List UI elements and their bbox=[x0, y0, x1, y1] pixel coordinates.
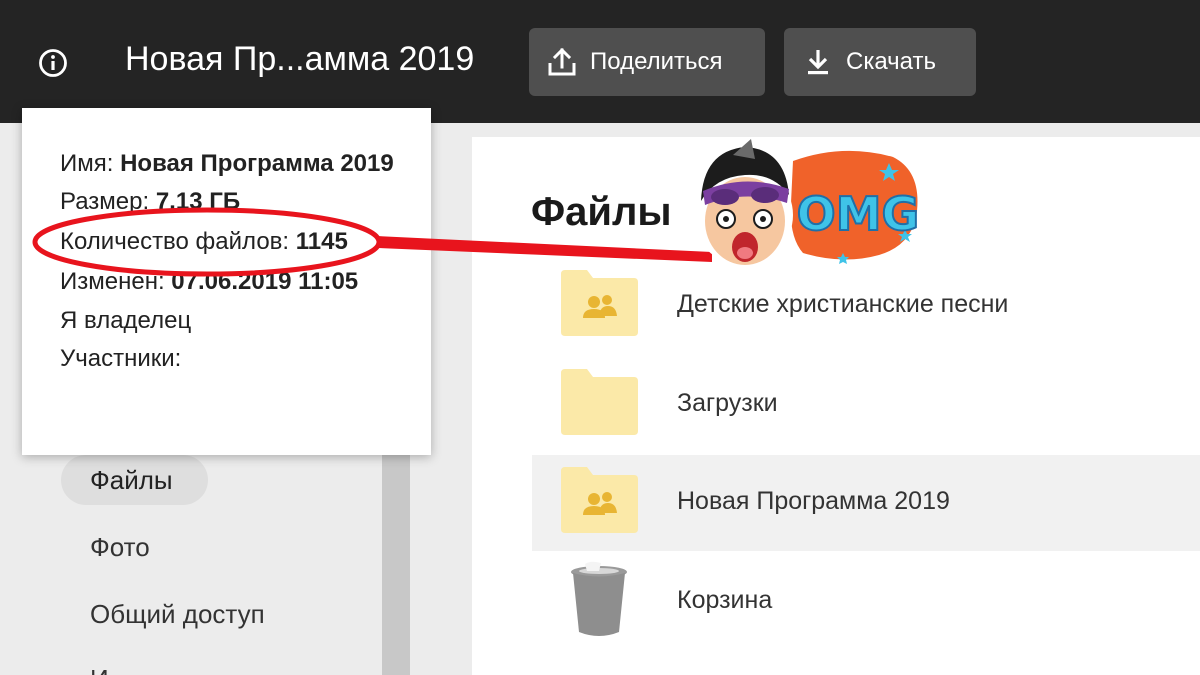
info-count-value: 1145 bbox=[295, 228, 348, 255]
download-button[interactable]: Скачать bbox=[784, 28, 976, 96]
file-name: Новая Программа 2019 bbox=[677, 487, 950, 515]
info-size-label: Размер: bbox=[60, 188, 156, 215]
top-bar: Новая Пр...амма 2019 Поделиться Скачать bbox=[0, 0, 1200, 123]
sidebar-item-photo[interactable]: Фото bbox=[90, 532, 150, 563]
info-modified-label: Изменен: bbox=[60, 268, 172, 295]
info-name-row: Имя: Новая Программа 2019 bbox=[60, 150, 394, 178]
file-row-selected[interactable]: Новая Программа 2019 bbox=[532, 455, 1200, 551]
file-row[interactable]: Загрузки bbox=[532, 357, 1200, 453]
info-count-label: Количество файлов: bbox=[60, 228, 296, 255]
info-members-label: Участники: bbox=[60, 345, 182, 372]
info-size-value: 7,13 ГБ bbox=[155, 188, 241, 215]
sidebar-item-files[interactable]: Файлы bbox=[61, 455, 208, 505]
folder-title: Новая Пр...амма 2019 bbox=[125, 40, 475, 78]
info-name-value: Новая Программа 2019 bbox=[120, 150, 394, 177]
info-modified-row: Изменен: 07.06.2019 11:05 bbox=[60, 268, 358, 296]
shared-folder-icon bbox=[561, 467, 638, 533]
file-name: Корзина bbox=[677, 586, 773, 614]
info-name-label: Имя: bbox=[60, 150, 121, 177]
trash-icon bbox=[561, 561, 638, 636]
share-button[interactable]: Поделиться bbox=[529, 28, 765, 96]
sticker-text: OMG bbox=[797, 187, 920, 241]
page-title: Файлы bbox=[531, 190, 672, 234]
sidebar-item-more[interactable]: И bbox=[90, 664, 109, 675]
info-owner: Я владелец bbox=[60, 307, 192, 334]
info-icon[interactable] bbox=[37, 47, 69, 79]
share-icon bbox=[548, 47, 576, 76]
sidebar-item-shared[interactable]: Общий доступ bbox=[90, 599, 265, 630]
file-name: Загрузки bbox=[677, 389, 778, 417]
file-name: Детские христианские песни bbox=[677, 290, 1009, 318]
file-row[interactable]: Корзина bbox=[532, 554, 1200, 650]
folder-info-popup: Имя: Новая Программа 2019 Размер: 7,13 Г… bbox=[22, 108, 431, 455]
info-count-row: Количество файлов: 1145 bbox=[60, 228, 348, 256]
folder-icon bbox=[561, 369, 638, 435]
omg-sticker: OMG bbox=[693, 133, 933, 283]
shared-folder-icon bbox=[561, 270, 638, 336]
info-size-row: Размер: 7,13 ГБ bbox=[60, 188, 240, 216]
download-icon bbox=[808, 50, 828, 75]
share-label: Поделиться bbox=[590, 48, 723, 75]
download-label: Скачать bbox=[846, 48, 936, 75]
info-modified-value: 07.06.2019 11:05 bbox=[171, 268, 359, 295]
